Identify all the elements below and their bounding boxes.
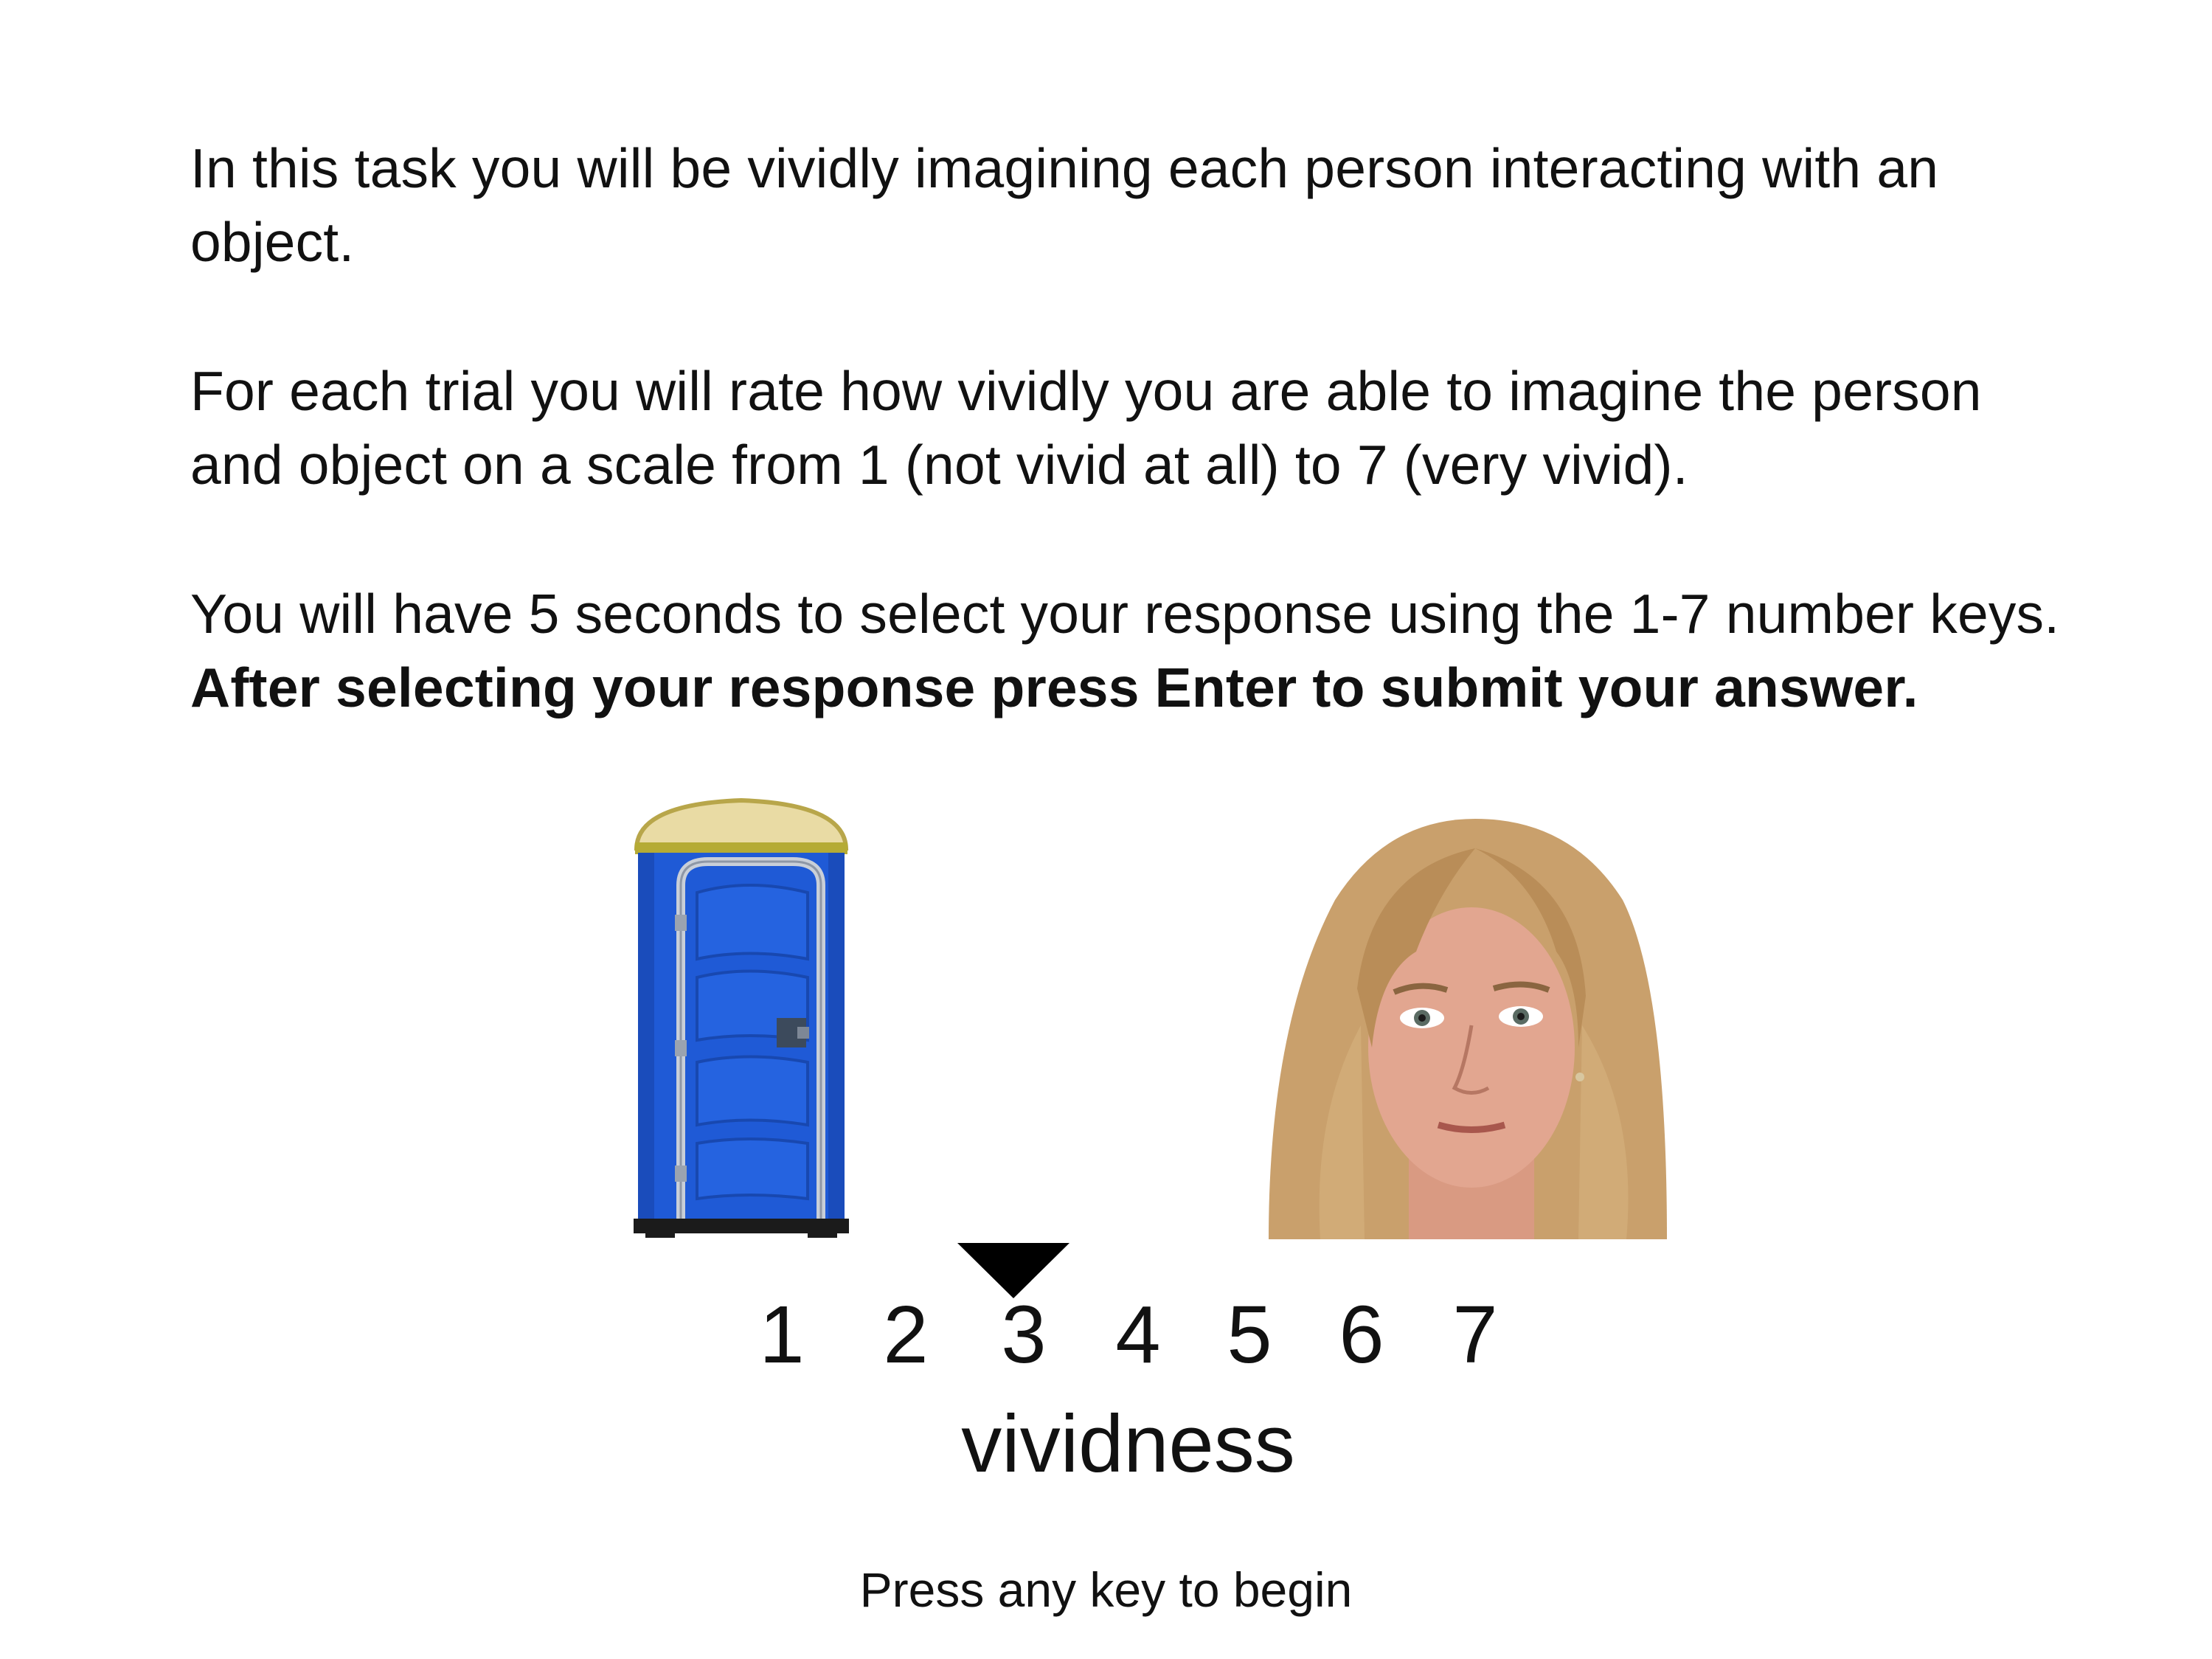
portable-toilet-icon	[634, 797, 849, 1238]
rating-scale: 1 2 3 4 5 6 7	[0, 1287, 2212, 1383]
scale-option-5[interactable]: 5	[1220, 1287, 1279, 1383]
instruction-paragraph-3-bold: After selecting your response press Ente…	[190, 657, 1918, 718]
scale-option-6[interactable]: 6	[1332, 1287, 1391, 1383]
instruction-paragraph-1: In this task you will be vividly imagini…	[190, 137, 1939, 273]
instruction-paragraph-3: You will have 5 seconds to select your r…	[190, 577, 2078, 724]
scale-option-4[interactable]: 4	[1109, 1287, 1168, 1383]
scale-option-2[interactable]: 2	[876, 1287, 935, 1383]
scale-option-7[interactable]: 7	[1446, 1287, 1505, 1383]
begin-prompt: Press any key to begin	[859, 1562, 1353, 1617]
scale-option-3[interactable]: 3	[994, 1287, 1053, 1383]
scale-option-1[interactable]: 1	[752, 1287, 811, 1383]
instruction-paragraph-3-plain: You will have 5 seconds to select your r…	[190, 583, 2060, 645]
instructions-text: In this task you will be vividly imagini…	[190, 131, 2078, 800]
scale-label: vividness	[961, 1399, 1295, 1489]
instruction-paragraph-2: For each trial you will rate how vividly…	[190, 360, 1982, 496]
woman-face-photo	[1269, 819, 1667, 1239]
